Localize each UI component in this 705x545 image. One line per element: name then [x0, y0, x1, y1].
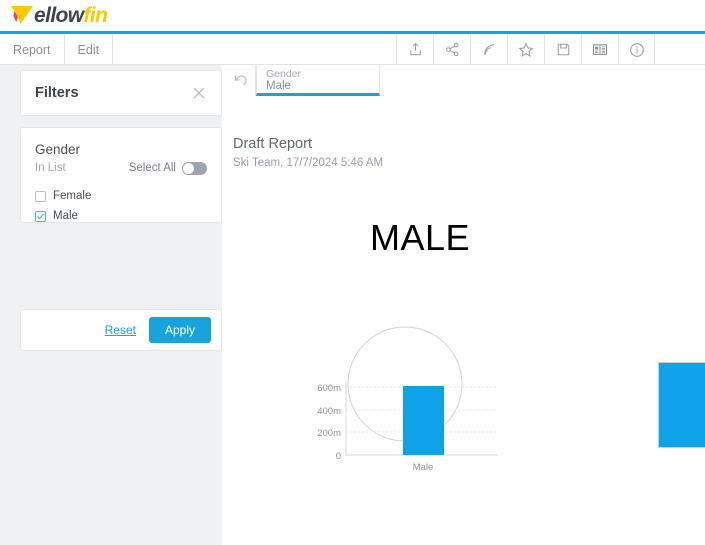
chart-ytick-label: 400m — [317, 406, 341, 417]
filter-operator-label: In List — [35, 162, 66, 174]
filter-option-list: Female Male — [35, 186, 207, 226]
chart-ytick-label: 200m — [317, 428, 341, 439]
story-book-icon[interactable] — [581, 34, 618, 65]
select-all-control[interactable]: Select All — [128, 161, 207, 175]
report-title: Draft Report — [233, 136, 312, 152]
filters-panel-header: Filters — [20, 70, 222, 116]
filters-sidebar: Filters Gender In List Select All Female… — [0, 65, 222, 545]
filter-option-label: Female — [53, 190, 92, 202]
apply-button[interactable]: Apply — [149, 317, 211, 343]
right-edge-chart-block[interactable] — [658, 362, 705, 448]
filter-gender-group: Gender In List Select All Female Male — [20, 127, 222, 223]
close-icon[interactable] — [191, 85, 207, 101]
report-tabstrip: Gender Male — [222, 65, 705, 97]
app-root: ellowfin Report Edit Filters Gender In L… — [0, 0, 705, 545]
chart-svg: 600m 400m 200m 0 Male — [317, 326, 498, 473]
chart-ytick-label: 600m — [317, 383, 341, 394]
undo-icon[interactable] — [225, 65, 256, 96]
checkbox-male-icon[interactable] — [35, 210, 46, 222]
broadcast-icon[interactable] — [470, 34, 507, 65]
toggle-knob — [183, 162, 194, 174]
select-all-toggle[interactable] — [182, 161, 207, 175]
active-filter-field: Gender — [266, 68, 302, 80]
logo-word-dark: ellow — [34, 4, 84, 27]
info-icon[interactable] — [618, 34, 655, 65]
report-subtitle: Ski Team, 17/7/2024 5:46 AM — [233, 157, 384, 169]
favorite-star-icon[interactable] — [507, 34, 544, 65]
chart-bar-male[interactable] — [403, 386, 444, 455]
filter-option-male[interactable]: Male — [35, 206, 207, 226]
checkbox-female-icon[interactable] — [35, 190, 46, 202]
menu-edit[interactable]: Edit — [65, 34, 114, 65]
filter-option-female[interactable]: Female — [35, 186, 207, 206]
filter-actions: Reset Apply — [20, 309, 222, 351]
app-header: ellowfin — [0, 0, 705, 31]
report-canvas: Gender Male Draft Report Ski Team, 17/7/… — [222, 65, 705, 545]
chart-ytick-label: 0 — [336, 451, 341, 462]
main-toolbar: Report Edit — [0, 34, 705, 65]
logo-word-yellow: fin — [83, 4, 108, 27]
yellowfin-logo[interactable]: ellowfin — [9, 3, 108, 29]
select-all-label: Select All — [128, 162, 176, 174]
filter-operator-row: In List Select All — [35, 159, 207, 177]
active-filter-tab[interactable]: Gender Male — [256, 65, 380, 96]
page-title: Filters — [35, 85, 79, 101]
menu-report[interactable]: Report — [0, 34, 65, 65]
report-big-value-label: MALE — [370, 217, 471, 258]
reset-button[interactable]: Reset — [105, 323, 136, 337]
logo-wordmark: ellowfin — [34, 4, 108, 28]
bar-chart: 600m 400m 200m 0 Male — [302, 315, 582, 535]
yellowfin-chevron-logo-icon — [9, 4, 36, 28]
toolbar-menu-group: Report Edit — [0, 34, 114, 65]
toolbar-icon-group — [396, 34, 655, 65]
save-icon[interactable] — [544, 34, 581, 65]
active-filter-value: Male — [266, 80, 291, 92]
filter-option-label: Male — [53, 210, 78, 222]
share-icon[interactable] — [433, 34, 470, 65]
filter-field-label: Gender — [35, 142, 81, 157]
chart-xtick-label: Male — [413, 462, 434, 473]
export-icon[interactable] — [396, 34, 433, 65]
